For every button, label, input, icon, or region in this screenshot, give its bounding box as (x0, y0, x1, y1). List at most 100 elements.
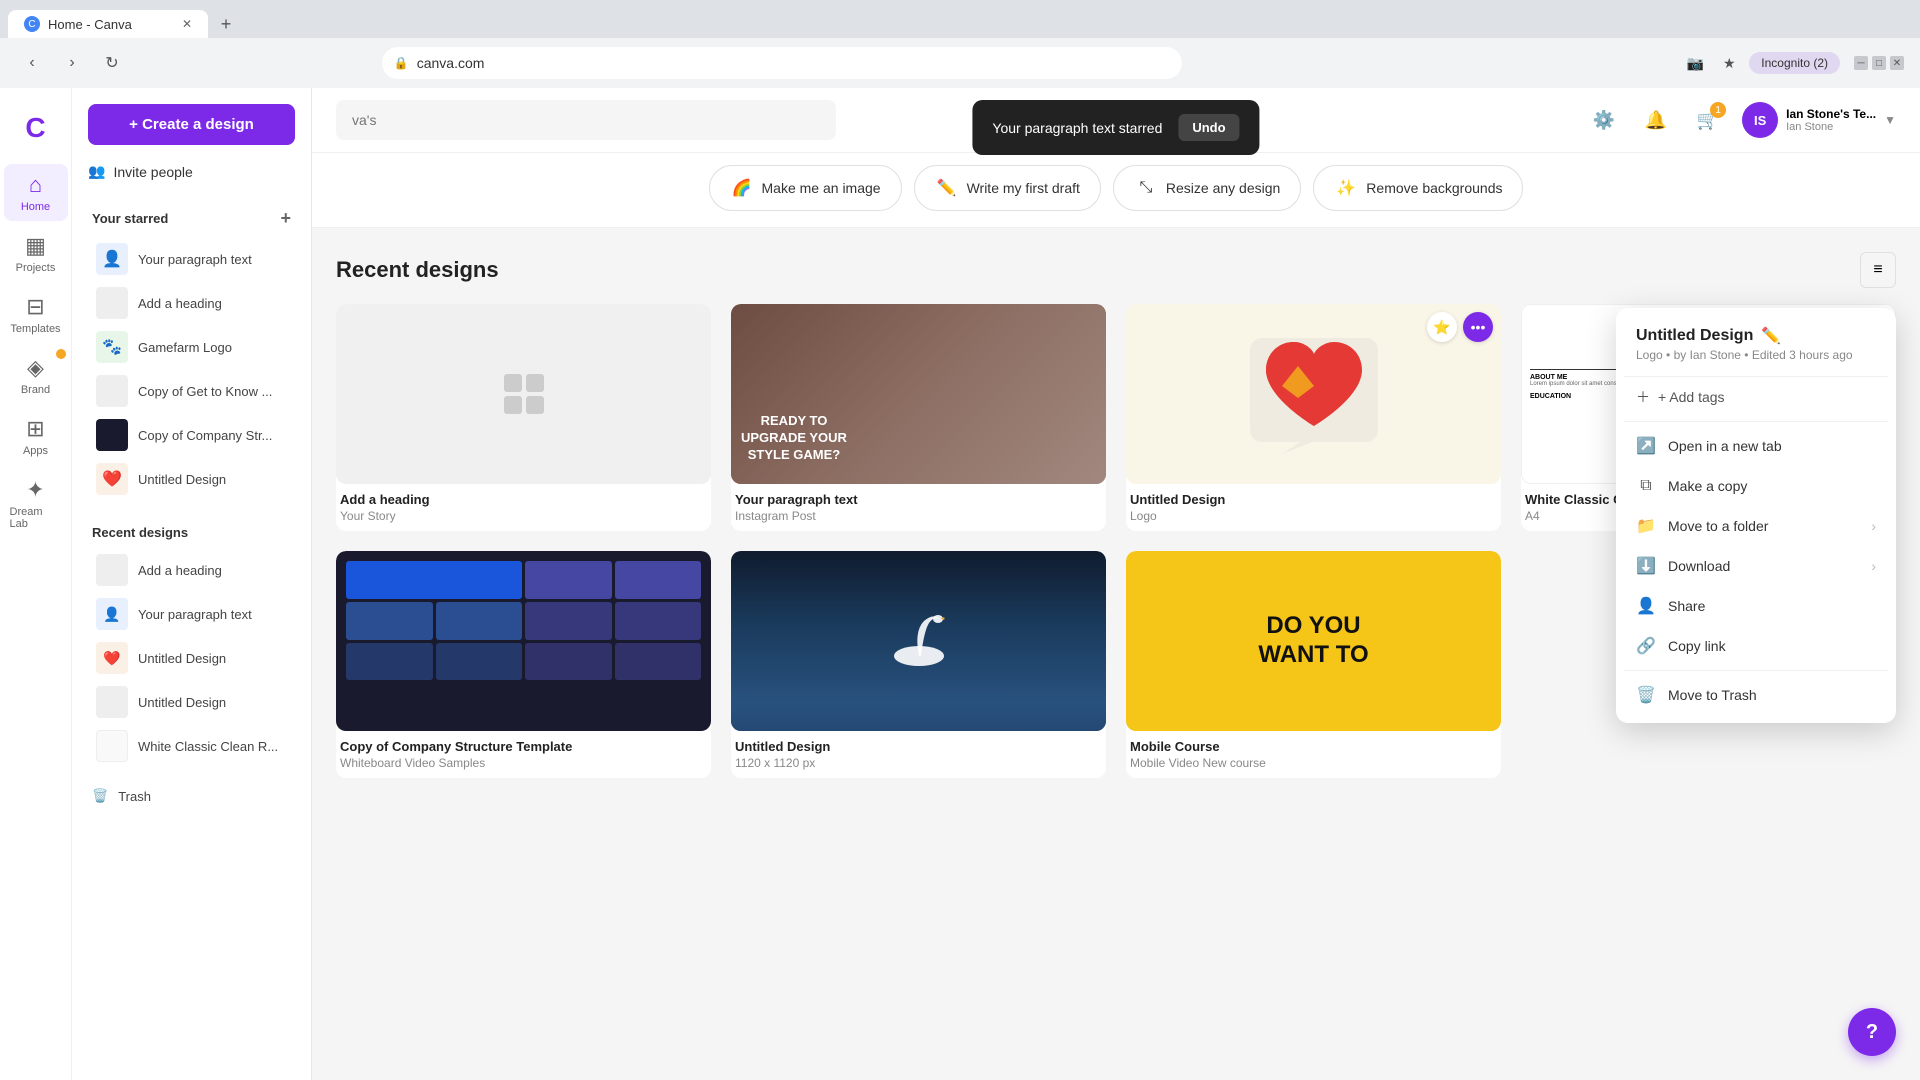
design-card-untitled-heart[interactable]: ⭐ ••• Untitled Design Logo (1126, 304, 1501, 531)
context-item-open-tab[interactable]: ↗️ Open in a new tab (1624, 426, 1888, 466)
write-draft-label: Write my first draft (967, 180, 1080, 196)
sidebar-recent-section: Recent designs Add a heading 👤 Your para… (72, 513, 311, 780)
remove-background-button[interactable]: ✨ Remove backgrounds (1313, 165, 1523, 211)
trash-icon-menu: 🗑️ (1636, 685, 1656, 705)
sidebar-item-templates[interactable]: ⊟ Templates (4, 286, 68, 343)
search-input[interactable] (336, 100, 836, 140)
notifications-button[interactable]: 🔔 (1638, 102, 1674, 138)
maximize-button[interactable]: □ (1872, 56, 1886, 70)
recent-untitled2-thumb (96, 686, 128, 718)
dreamlab-icon: ✦ (26, 477, 44, 503)
sidebar-item-brand[interactable]: ◈ Brand (4, 347, 68, 404)
bookmark-icon[interactable]: ★ (1715, 49, 1743, 77)
close-window-button[interactable]: ✕ (1890, 56, 1904, 70)
sidebar-item-projects[interactable]: ▦ Projects (4, 225, 68, 282)
placeholder-icon (336, 304, 711, 484)
starred-item-gamefarm[interactable]: 🐾 Gamefarm Logo (92, 325, 291, 369)
sidebar-recent-untitled2[interactable]: Untitled Design (92, 680, 291, 724)
incognito-profile[interactable]: Incognito (2) (1749, 52, 1840, 74)
sidebar-item-dreamlab[interactable]: ✦ Dream Lab (4, 469, 68, 538)
minimize-button[interactable]: ─ (1854, 56, 1868, 70)
trash-icon: 🗑️ (92, 788, 108, 804)
user-avatar: IS (1742, 102, 1778, 138)
lock-icon: 🔒 (394, 56, 409, 70)
settings-button[interactable]: ⚙️ (1586, 102, 1622, 138)
write-draft-button[interactable]: ✏️ Write my first draft (914, 165, 1101, 211)
design-thumb-swan (731, 551, 1106, 731)
starred-item-gettoknow-label: Copy of Get to Know ... (138, 384, 272, 399)
user-profile[interactable]: IS Ian Stone's Te... Ian Stone ▼ (1742, 102, 1896, 138)
sidebar-item-apps[interactable]: ⊞ Apps (4, 408, 68, 465)
sidebar: C ⌂ Home ▦ Projects ⊟ Templates ◈ Bra (0, 88, 312, 1080)
design-card-swan[interactable]: Untitled Design 1120 x 1120 px (731, 551, 1106, 778)
active-tab[interactable]: C Home - Canva ✕ (8, 10, 208, 38)
starred-header: Your starred + (92, 208, 291, 229)
sidebar-recent-resume[interactable]: White Classic Clean R... (92, 724, 291, 768)
help-button[interactable]: ? (1848, 1008, 1896, 1056)
invite-label: Invite people (113, 164, 192, 180)
resize-label: Resize any design (1166, 180, 1280, 196)
design-info-mobile-course: Mobile Course Mobile Video New course (1126, 731, 1501, 778)
star-button[interactable]: ⭐ (1427, 312, 1457, 342)
create-design-label: + Create a design (129, 116, 254, 133)
design-card-add-heading[interactable]: Add a heading Your Story (336, 304, 711, 531)
starred-item-company[interactable]: Copy of Company Str... (92, 413, 291, 457)
design-card-paragraph[interactable]: READY TOUPGRADE YOURSTYLE GAME? Your par… (731, 304, 1106, 531)
context-item-copy[interactable]: ⧉ Make a copy (1624, 466, 1888, 506)
starred-item-heading[interactable]: Add a heading (92, 281, 291, 325)
context-add-tags-button[interactable]: ＋ + Add tags (1624, 376, 1888, 417)
sidebar-item-home[interactable]: ⌂ Home (4, 164, 68, 221)
starred-add-button[interactable]: + (280, 208, 291, 229)
cart-button[interactable]: 🛒 1 (1690, 102, 1726, 138)
forward-button[interactable]: › (56, 47, 88, 79)
apps-icon: ⊞ (26, 416, 44, 442)
more-options-button[interactable]: ••• (1463, 312, 1493, 342)
top-actions: ⚙️ 🔔 🛒 1 IS Ian Stone's Te... Ian Stone … (1586, 102, 1896, 138)
starred-item-paragraph[interactable]: 👤 Your paragraph text (92, 237, 291, 281)
cart-badge: 1 (1710, 102, 1726, 118)
new-tab-button[interactable]: + (212, 10, 240, 38)
sidebar-recent-heading[interactable]: Add a heading (92, 548, 291, 592)
starred-title: Your starred (92, 211, 168, 226)
context-item-share[interactable]: 👤 Share (1624, 586, 1888, 626)
user-sub-name: Ian Stone (1786, 121, 1876, 133)
design-thumb-heart: ⭐ ••• (1126, 304, 1501, 484)
invite-people-button[interactable]: 👥 Invite people (88, 155, 295, 188)
toast-undo-button[interactable]: Undo (1178, 114, 1239, 141)
context-item-download[interactable]: ⬇️ Download › (1624, 546, 1888, 586)
trash-item[interactable]: 🗑️ Trash (72, 780, 311, 812)
write-draft-icon: ✏️ (935, 176, 959, 200)
design-info-add-heading: Add a heading Your Story (336, 484, 711, 531)
design-card-company[interactable]: Copy of Company Structure Template White… (336, 551, 711, 778)
toast-notification: Your paragraph text starred Undo (972, 100, 1259, 155)
starred-item-gettoknow[interactable]: Copy of Get to Know ... (92, 369, 291, 413)
design-name-company: Copy of Company Structure Template (340, 739, 707, 754)
gamefarm-thumb: 🐾 (96, 331, 128, 363)
context-menu: Untitled Design ✏️ Logo • by Ian Stone •… (1616, 308, 1896, 723)
context-item-copy-link[interactable]: 🔗 Copy link (1624, 626, 1888, 666)
view-toggle-button[interactable]: ≡ (1860, 252, 1896, 288)
design-card-mobile-course[interactable]: DO YOUWANT TO Mobile Course Mobile Video… (1126, 551, 1501, 778)
context-item-move-folder[interactable]: 📁 Move to a folder › (1624, 506, 1888, 546)
create-design-button[interactable]: + Create a design (88, 104, 295, 145)
starred-item-untitled[interactable]: ❤️ Untitled Design (92, 457, 291, 501)
incognito-label: Incognito (2) (1761, 56, 1828, 70)
sidebar-recent-header: Recent designs (92, 525, 291, 540)
make-image-button[interactable]: 🌈 Make me an image (709, 165, 902, 211)
edit-title-icon[interactable]: ✏️ (1761, 326, 1781, 346)
back-button[interactable]: ‹ (16, 47, 48, 79)
design-name-untitled-heart: Untitled Design (1130, 492, 1497, 507)
design-thumb-company (336, 551, 711, 731)
starred-item-heading-label: Add a heading (138, 296, 222, 311)
settings-icon: ⚙️ (1593, 110, 1615, 131)
user-display-name: Ian Stone's Te... (1786, 107, 1876, 121)
context-divider-1 (1624, 421, 1888, 422)
sidebar-recent-untitled1[interactable]: ❤️ Untitled Design (92, 636, 291, 680)
reload-button[interactable]: ↻ (96, 47, 128, 79)
address-bar[interactable]: 🔒 canva.com (382, 47, 1182, 79)
close-tab-button[interactable]: ✕ (182, 17, 192, 31)
sidebar-recent-paragraph[interactable]: 👤 Your paragraph text (92, 592, 291, 636)
context-item-trash[interactable]: 🗑️ Move to Trash (1624, 675, 1888, 715)
design-info-swan: Untitled Design 1120 x 1120 px (731, 731, 1106, 778)
resize-design-button[interactable]: ⤡ Resize any design (1113, 165, 1301, 211)
